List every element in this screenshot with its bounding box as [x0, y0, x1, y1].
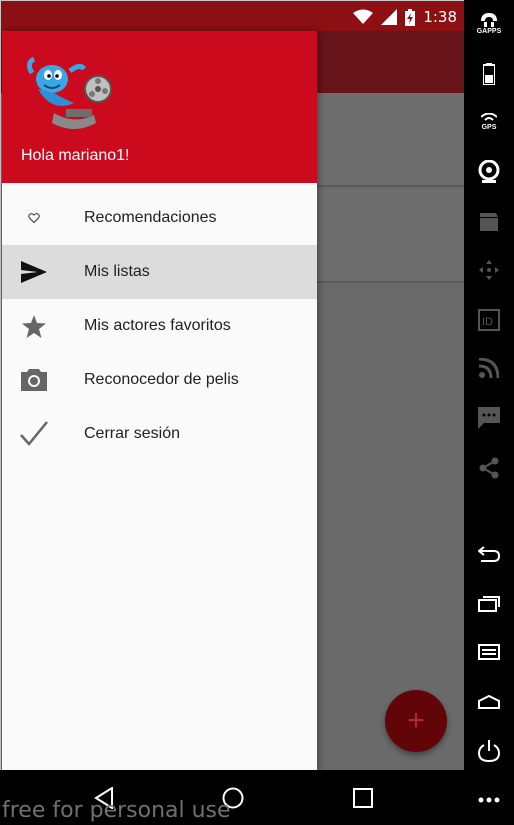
rss-icon [479, 358, 499, 378]
dpad-icon [479, 260, 499, 280]
star-icon [20, 312, 48, 340]
gapps-label: GAPPS [476, 28, 502, 35]
message-icon [478, 407, 500, 429]
id-icon: ID [478, 309, 500, 331]
menu-item-mis-listas[interactable]: Mis listas [2, 245, 317, 299]
nav-recents-button[interactable] [349, 784, 377, 812]
heart-outline-icon [20, 204, 48, 232]
home-icon [478, 695, 500, 709]
menu-item-recomendaciones[interactable]: Recomendaciones [2, 191, 317, 245]
genie-film-reel-logo [26, 56, 112, 129]
share-button[interactable] [464, 448, 514, 488]
menu-item-label: Reconocedor de pelis [84, 371, 239, 388]
drawer-header: Hola mariano1! [2, 31, 317, 183]
more-icon [478, 797, 500, 803]
wifi-icon [353, 9, 374, 24]
clapperboard-icon [480, 213, 498, 231]
menu-item-actores-favoritos[interactable]: Mis actores favoritos [2, 299, 317, 353]
rss-button[interactable] [464, 348, 514, 388]
dpad-button[interactable] [464, 250, 514, 290]
recents-square-icon [353, 788, 373, 808]
device-id-button[interactable]: ID [464, 300, 514, 340]
power-button[interactable] [464, 731, 514, 771]
webcam-button[interactable] [464, 152, 514, 192]
add-fab-button[interactable]: + [385, 690, 447, 752]
plus-icon: + [407, 704, 425, 737]
gapps-icon [481, 13, 497, 27]
status-bar: 1:38 [1, 1, 465, 31]
back-button[interactable] [464, 534, 514, 574]
camera-icon [20, 366, 48, 394]
menu-icon [478, 644, 500, 660]
screen: + 1:38 Hola mariano1! Recomendaciones Mi… [0, 0, 514, 825]
menu-item-cerrar-sesion[interactable]: Cerrar sesión [2, 407, 317, 461]
battery-button[interactable] [464, 54, 514, 94]
webcam-icon [478, 160, 500, 183]
more-button[interactable] [464, 780, 514, 820]
send-icon [20, 258, 48, 286]
power-icon [478, 740, 500, 762]
gps-icon [481, 113, 497, 121]
drawer-greeting: Hola mariano1! [21, 147, 130, 164]
sms-button[interactable] [464, 398, 514, 438]
battery-icon [483, 63, 495, 85]
watermark-text: free for personal use [2, 798, 231, 823]
menu-item-label: Mis listas [84, 263, 150, 280]
menu-item-reconocedor[interactable]: Reconocedor de pelis [2, 353, 317, 407]
drawer-menu: Recomendaciones Mis listas Mis actores f… [2, 191, 317, 461]
status-time: 1:38 [423, 8, 457, 26]
media-button[interactable] [464, 202, 514, 242]
list-card[interactable] [317, 189, 465, 283]
recents-button[interactable] [464, 584, 514, 624]
share-icon [479, 457, 499, 479]
check-icon [20, 420, 48, 448]
gps-label: GPS [481, 124, 497, 131]
battery-charging-icon [405, 8, 416, 26]
menu-button[interactable] [464, 632, 514, 672]
gapps-button[interactable]: GAPPS [464, 4, 514, 44]
list-card[interactable] [317, 93, 465, 187]
back-icon [478, 546, 500, 562]
menu-item-label: Cerrar sesión [84, 425, 181, 442]
gps-button[interactable]: GPS [464, 102, 514, 142]
id-label: ID [482, 316, 493, 328]
menu-item-label: Mis actores favoritos [84, 317, 231, 334]
menu-item-label: Recomendaciones [84, 209, 217, 226]
signal-icon [381, 9, 398, 25]
recents-icon [478, 596, 500, 612]
emulator-side-toolbar: GAPPS GPS ID [464, 0, 514, 825]
device-frame: + 1:38 Hola mariano1! Recomendaciones Mi… [0, 0, 465, 771]
home-button[interactable] [464, 682, 514, 722]
navigation-drawer: Hola mariano1! Recomendaciones Mis lista… [2, 31, 317, 771]
